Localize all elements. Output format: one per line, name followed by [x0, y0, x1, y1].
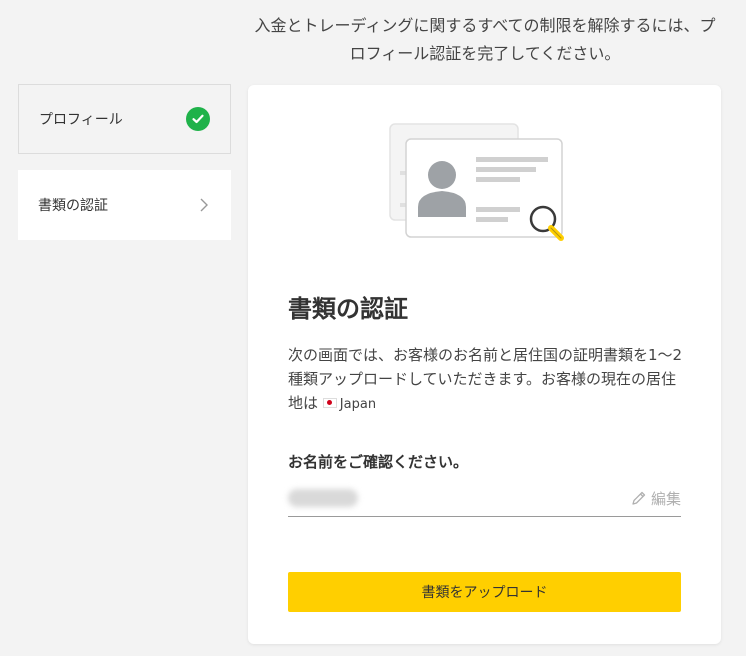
japan-flag-icon: [322, 397, 337, 408]
id-card-illustration: [388, 121, 578, 251]
name-field: 編集: [288, 480, 681, 517]
chevron-right-icon: [199, 197, 211, 213]
upload-document-button[interactable]: 書類をアップロード: [288, 572, 681, 612]
verification-message: 入金とトレーディングに関するすべての制限を解除するには、プロフィール認証を完了し…: [254, 16, 716, 63]
step-profile-label: プロフィール: [39, 112, 123, 128]
step-docs-label: 書類の認証: [38, 198, 108, 214]
blurred-name-value: [288, 489, 358, 507]
step-profile[interactable]: プロフィール: [18, 84, 231, 154]
card-title: 書類の認証: [288, 295, 408, 323]
pencil-icon: [632, 491, 646, 505]
country-name: Japan: [339, 397, 377, 412]
edit-name-button[interactable]: 編集: [631, 488, 681, 509]
check-circle-icon: [186, 107, 210, 131]
step-document-verification[interactable]: 書類の認証: [18, 170, 231, 240]
name-confirm-label: お名前をご確認ください。: [288, 453, 469, 471]
card-description: 次の画面では、お客様のお名前と居住国の証明書類を1〜2種類アップロードしていただ…: [288, 343, 688, 417]
edit-label: 編集: [650, 489, 681, 508]
document-verification-card: 書類の認証 次の画面では、お客様のお名前と居住国の証明書類を1〜2種類アップロー…: [248, 85, 721, 644]
